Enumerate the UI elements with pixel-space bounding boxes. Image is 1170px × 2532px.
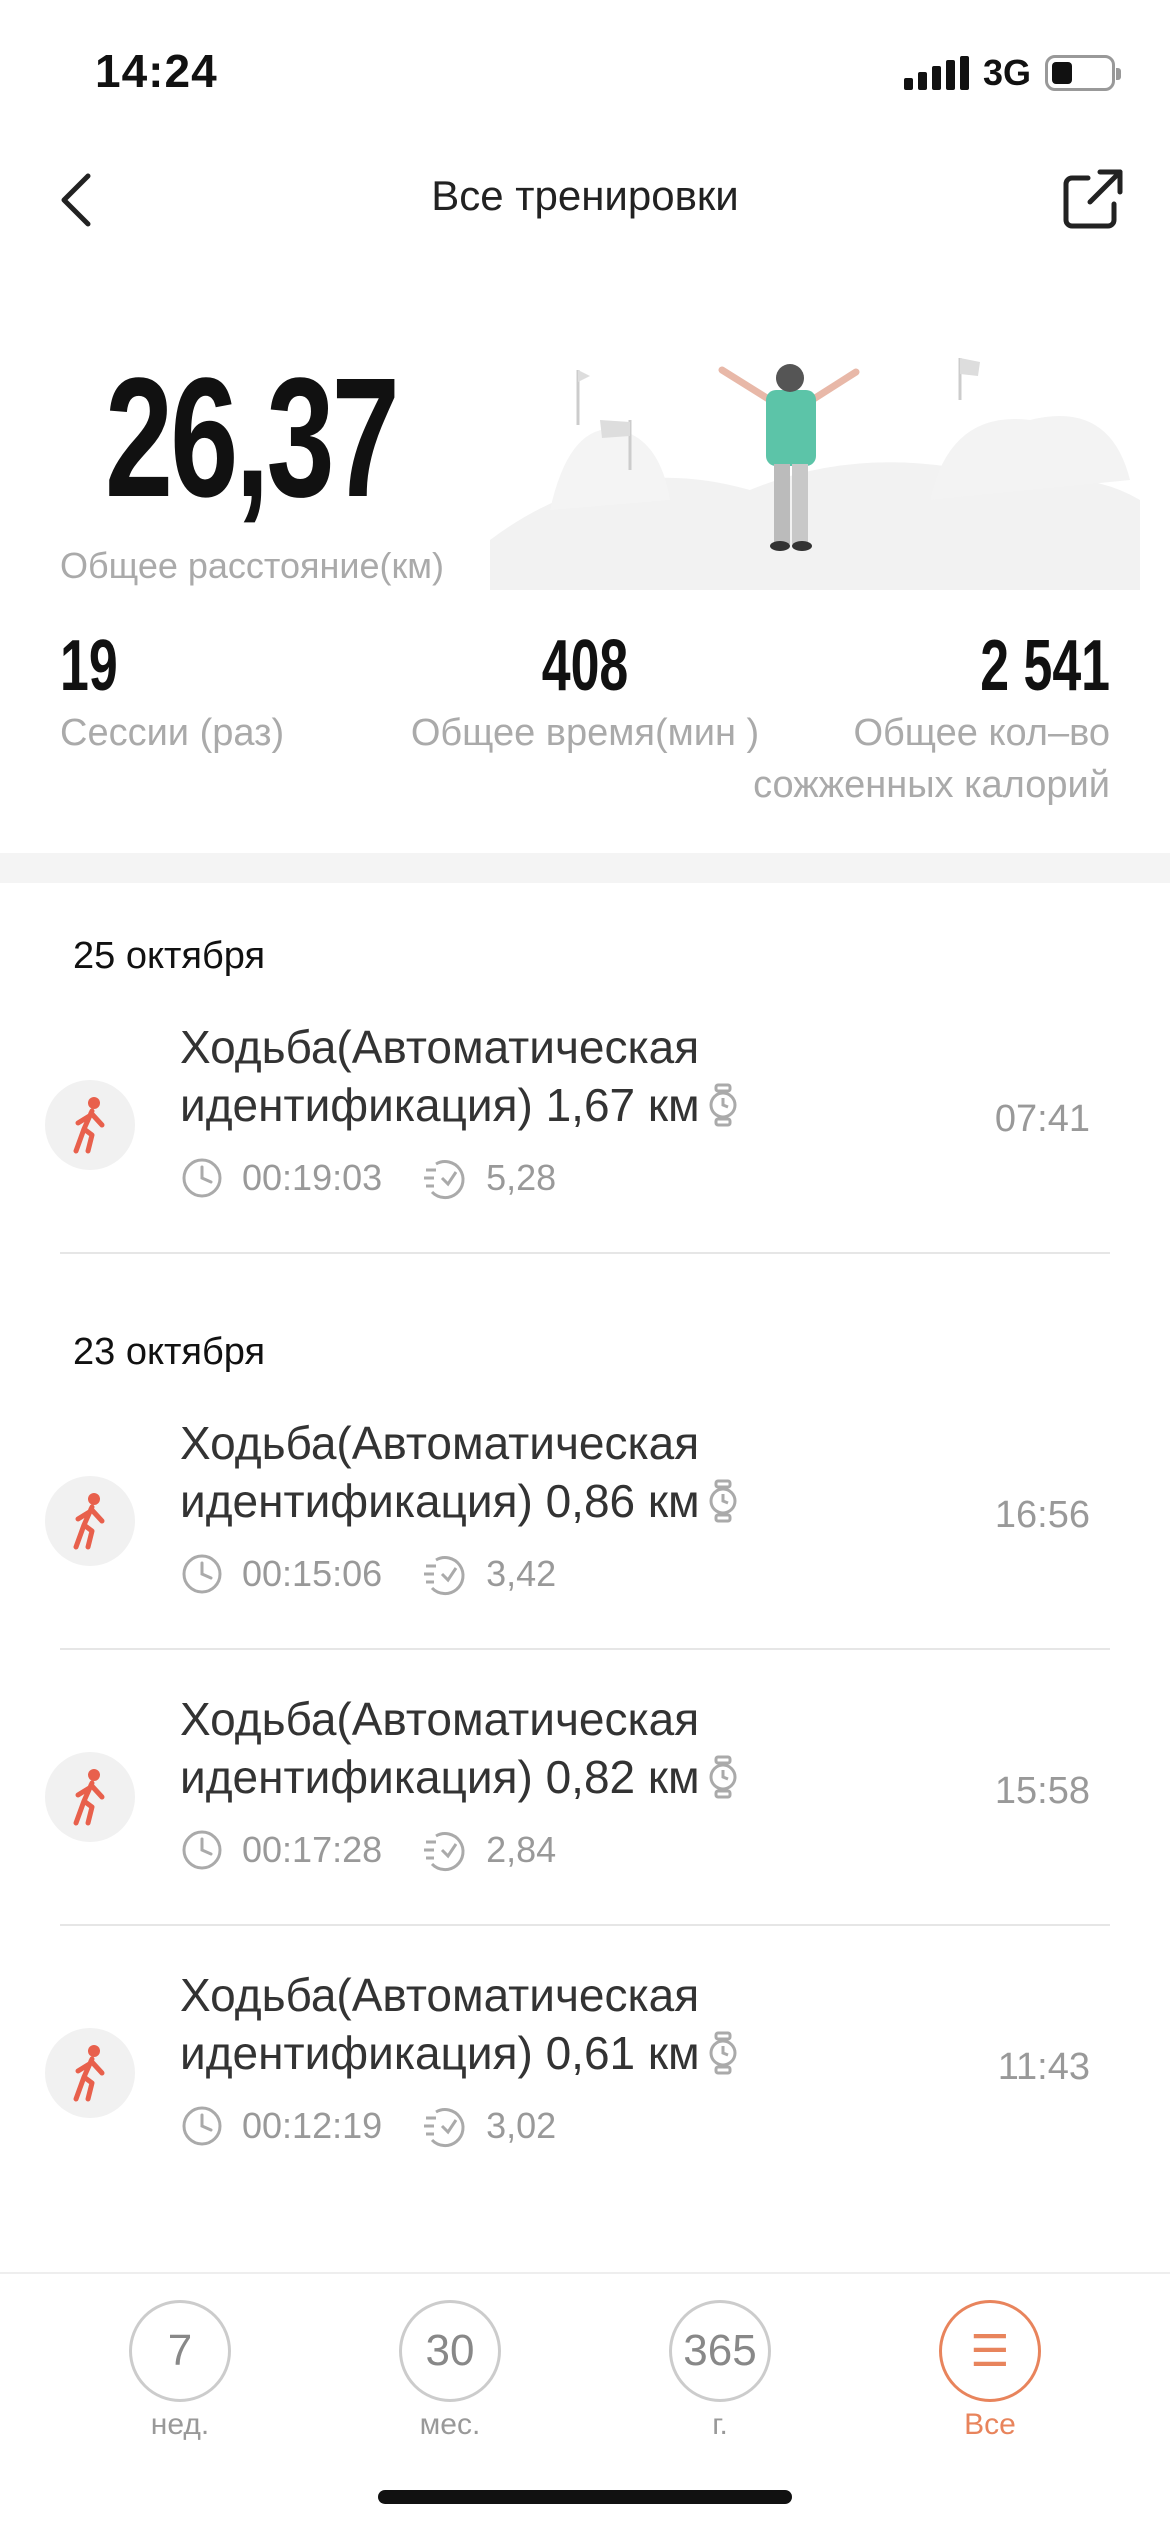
pace-icon xyxy=(424,2108,465,2148)
pace-icon xyxy=(424,1160,465,1200)
sessions-value: 19 xyxy=(60,626,118,706)
tab-all[interactable]: ☰ Все xyxy=(935,2300,1045,2442)
workout-duration: 00:17:28 xyxy=(242,1829,383,1870)
workout-item[interactable]: Ходьба(Автоматическая идентификация) 0,8… xyxy=(45,1374,1110,1650)
date-header: 25 октября xyxy=(73,935,266,977)
workout-meta: 00:19:03 5,28 xyxy=(180,1156,556,1200)
tab-year-label: г. xyxy=(712,2408,728,2441)
signal-icon xyxy=(903,56,969,90)
section-divider xyxy=(0,853,1170,883)
watch-icon xyxy=(709,1479,737,1523)
share-button[interactable] xyxy=(1058,164,1128,234)
tab-month-circle: 30 xyxy=(399,2300,501,2402)
celebration-illustration xyxy=(490,358,1140,590)
workout-start-time: 11:43 xyxy=(997,2046,1090,2088)
tab-week-circle: 7 xyxy=(129,2300,231,2402)
workout-duration: 00:19:03 xyxy=(242,1157,383,1198)
workout-title-text: Ходьба(Автоматическая идентификация) 0,6… xyxy=(180,1969,700,2079)
nav-bar: Все тренировки xyxy=(0,150,1170,250)
calories-value: 2 541 xyxy=(980,626,1110,706)
walking-icon xyxy=(45,1752,135,1842)
workout-list: 25 октября Ходьба(Автоматическая идентиф… xyxy=(0,883,1170,2202)
share-icon xyxy=(1063,169,1123,229)
total-distance-label: Общее расстояние(км) xyxy=(60,545,445,586)
workout-item[interactable]: Ходьба(Автоматическая идентификация) 1,6… xyxy=(45,978,1110,1254)
total-time-stat: 408 Общее время(мин ) xyxy=(410,625,760,759)
tab-all-label: Все xyxy=(964,2408,1016,2441)
tab-month[interactable]: 30 мес. xyxy=(395,2300,505,2442)
workout-item[interactable]: Ходьба(Автоматическая идентификация) 0,8… xyxy=(45,1650,1110,1926)
sessions-stat: 19 Сессии (раз) xyxy=(60,625,284,759)
workout-pace: 3,42 xyxy=(486,1553,557,1594)
workout-duration: 00:15:06 xyxy=(242,1553,383,1594)
workout-title-text: Ходьба(Автоматическая идентификация) 1,6… xyxy=(180,1021,700,1131)
calories-stat: 2 541 Общее кол–во сожженных калорий xyxy=(750,625,1110,811)
network-label: 3G xyxy=(982,52,1031,93)
total-time-value: 408 xyxy=(541,626,629,706)
workout-start-time: 16:56 xyxy=(994,1494,1090,1536)
workout-title: Ходьба(Автоматическая идентификация) 0,8… xyxy=(180,1690,880,1806)
walking-icon xyxy=(45,2028,135,2118)
pace-icon xyxy=(424,1556,465,1596)
watch-icon xyxy=(709,1083,737,1127)
clock-icon xyxy=(182,1158,222,1198)
workout-pace: 3,02 xyxy=(486,2105,557,2146)
workout-title: Ходьба(Автоматическая идентификация) 0,6… xyxy=(180,1966,880,2082)
workout-meta: 00:12:19 3,02 xyxy=(180,2104,556,2148)
workout-title: Ходьба(Автоматическая идентификация) 1,6… xyxy=(180,1018,880,1134)
battery-icon xyxy=(1045,55,1121,91)
tab-year[interactable]: 365 г. xyxy=(665,2300,775,2442)
tab-week-label: нед. xyxy=(150,2408,210,2441)
workout-pace: 5,28 xyxy=(486,1157,557,1198)
workout-title: Ходьба(Автоматическая идентификация) 0,8… xyxy=(180,1414,880,1530)
workout-duration: 00:12:19 xyxy=(242,2105,383,2146)
status-indicators: 3G xyxy=(903,52,1121,94)
workout-meta: 00:15:06 3,42 xyxy=(180,1552,556,1596)
calories-label: Общее кол–во сожженных калорий xyxy=(753,712,1110,806)
date-header: 23 октября xyxy=(73,1331,266,1373)
workout-title-text: Ходьба(Автоматическая идентификация) 0,8… xyxy=(180,1417,700,1527)
sessions-label: Сессии (раз) xyxy=(60,712,285,754)
pace-icon xyxy=(424,1832,465,1872)
tab-month-label: мес. xyxy=(419,2408,481,2441)
page-title: Все тренировки xyxy=(431,172,739,219)
menu-icon: ☰ xyxy=(939,2300,1041,2402)
status-time: 14:24 xyxy=(95,45,218,97)
workout-title-text: Ходьба(Автоматическая идентификация) 0,8… xyxy=(180,1693,700,1803)
workout-start-time: 07:41 xyxy=(994,1098,1090,1140)
clock-icon xyxy=(182,1830,222,1870)
clock-icon xyxy=(182,1554,222,1594)
summary-section: 26,37 Общее расстояние(км) 19 Сессии (ра… xyxy=(0,260,1170,850)
workout-start-time: 15:58 xyxy=(994,1770,1090,1812)
workout-pace: 2,84 xyxy=(486,1829,557,1870)
watch-icon xyxy=(709,1755,737,1799)
home-indicator[interactable] xyxy=(378,2490,792,2504)
status-bar: 14:24 3G xyxy=(0,0,1170,140)
workout-meta: 00:17:28 2,84 xyxy=(180,1828,556,1872)
tab-year-circle: 365 xyxy=(669,2300,771,2402)
total-time-label: Общее время(мин ) xyxy=(410,712,760,754)
watch-icon xyxy=(709,2031,737,2075)
tab-week[interactable]: 7 нед. xyxy=(125,2300,235,2442)
clock-icon xyxy=(182,2106,222,2146)
walking-icon xyxy=(45,1476,135,1566)
workout-item[interactable]: Ходьба(Автоматическая идентификация) 0,6… xyxy=(0,1926,1170,2202)
total-distance-value: 26,37 xyxy=(105,343,400,533)
walking-icon xyxy=(45,1080,135,1170)
